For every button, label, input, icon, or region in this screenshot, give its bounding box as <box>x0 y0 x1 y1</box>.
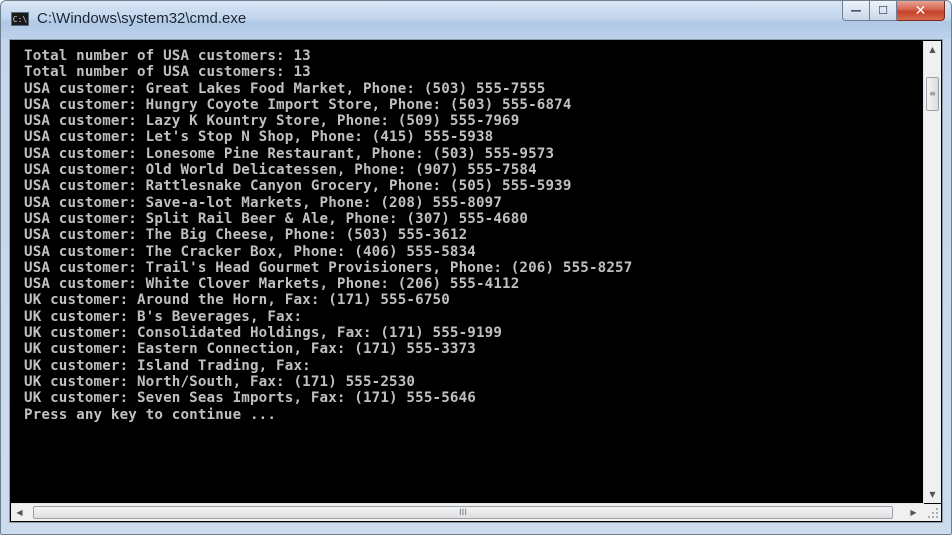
close-icon: ✕ <box>914 2 927 19</box>
console-line: USA customer: Old World Delicatessen, Ph… <box>24 162 537 179</box>
vertical-scrollbar[interactable]: ▲ ≡ ▼ <box>923 41 941 503</box>
scroll-down-arrow-icon[interactable]: ▼ <box>924 486 941 503</box>
grip-icon: III <box>459 507 467 518</box>
scroll-up-arrow-icon[interactable]: ▲ <box>924 41 941 58</box>
console-line: USA customer: Lazy K Kountry Store, Phon… <box>24 113 520 130</box>
maximize-icon: ☐ <box>878 4 888 17</box>
console-line: UK customer: Around the Horn, Fax: (171)… <box>24 292 450 309</box>
console-line: USA customer: Let's Stop N Shop, Phone: … <box>24 129 494 146</box>
console-line: UK customer: Island Trading, Fax: <box>24 357 311 374</box>
window-title: C:\Windows\system32\cmd.exe <box>37 10 247 27</box>
console-line: Press any key to continue ... <box>24 406 277 423</box>
console-line: USA customer: The Cracker Box, Phone: (4… <box>24 243 476 260</box>
minimize-icon: — <box>850 4 862 17</box>
console-line: USA customer: Great Lakes Food Market, P… <box>24 80 546 97</box>
console-line: UK customer: North/South, Fax: (171) 555… <box>24 373 416 390</box>
console-line: UK customer: B's Beverages, Fax: <box>24 308 303 325</box>
console-line: USA customer: Rattlesnake Canyon Grocery… <box>24 178 572 195</box>
console-line: USA customer: Trail's Head Gourmet Provi… <box>24 259 633 276</box>
console-line: UK customer: Seven Seas Imports, Fax: (1… <box>24 390 476 407</box>
close-button[interactable]: ✕ <box>897 1 945 21</box>
console-line: UK customer: Consolidated Holdings, Fax:… <box>24 325 503 342</box>
console-line: UK customer: Eastern Connection, Fax: (1… <box>24 341 476 358</box>
vertical-scroll-thumb[interactable]: ≡ <box>926 77 939 111</box>
console-line: Total number of USA customers: 13 <box>24 48 311 64</box>
console-line: Total number of USA customers: 13 <box>24 64 311 81</box>
console-line: USA customer: Hungry Coyote Import Store… <box>24 96 572 113</box>
scroll-right-arrow-icon[interactable]: ▶ <box>905 504 922 521</box>
scroll-left-arrow-icon[interactable]: ◀ <box>11 504 28 521</box>
console-line: USA customer: Split Rail Beer & Ale, Pho… <box>24 210 529 227</box>
console-frame: Total number of USA customers: 13 Total n… <box>9 39 943 523</box>
minimize-button[interactable]: — <box>842 1 870 21</box>
console-line: USA customer: Save-a-lot Markets, Phone:… <box>24 194 503 211</box>
console-line: USA customer: Lonesome Pine Restaurant, … <box>24 145 555 162</box>
console-output[interactable]: Total number of USA customers: 13 Total n… <box>11 48 917 498</box>
console-line: USA customer: White Clover Markets, Phon… <box>24 276 520 293</box>
cmd-window: C:\ C:\Windows\system32\cmd.exe — ☐ ✕ To… <box>0 0 952 535</box>
console-line: USA customer: The Big Cheese, Phone: (50… <box>24 227 468 244</box>
horizontal-scrollbar[interactable]: ◀ III ▶ <box>11 503 924 521</box>
grip-icon: ≡ <box>929 89 936 98</box>
horizontal-scroll-thumb[interactable]: III <box>33 506 893 519</box>
resize-grip-icon[interactable] <box>924 504 941 521</box>
caption-buttons: — ☐ ✕ <box>842 1 945 21</box>
title-bar[interactable]: C:\ C:\Windows\system32\cmd.exe — ☐ ✕ <box>1 1 951 39</box>
maximize-button[interactable]: ☐ <box>870 1 897 21</box>
cmd-icon[interactable]: C:\ <box>11 12 29 26</box>
